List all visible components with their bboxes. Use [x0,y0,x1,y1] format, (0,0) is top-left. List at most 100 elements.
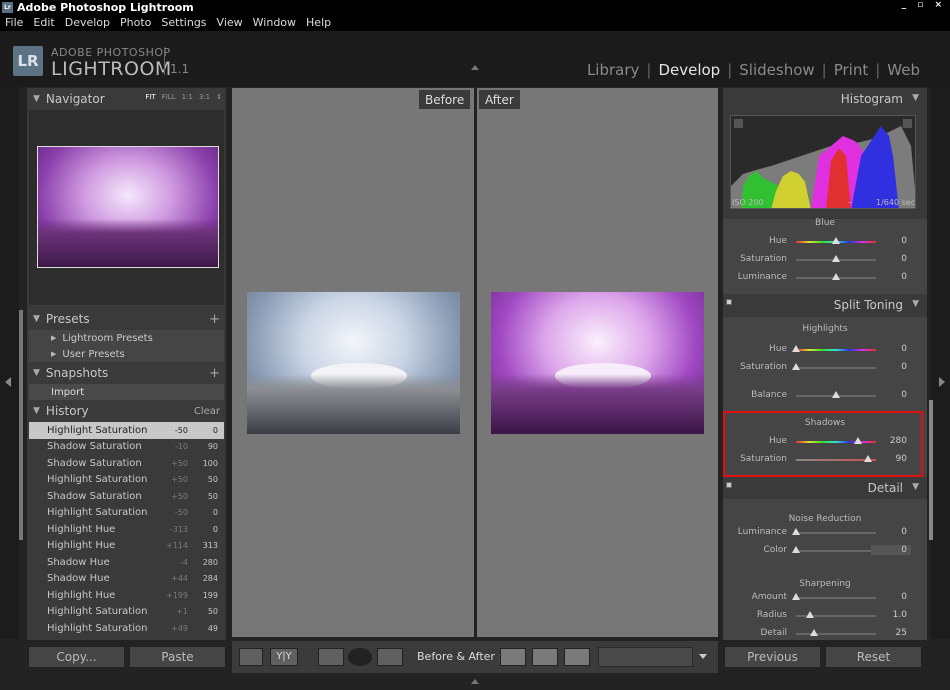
preset-folder-lightroom[interactable]: ▶ Lightroom Presets [29,330,224,346]
previous-button[interactable]: Previous [724,646,821,668]
history-row[interactable]: Highlight Hue +114 313 [29,537,224,554]
slider-value[interactable]: 0 [901,236,907,246]
module-library[interactable]: Library [587,61,639,79]
slider-thumb[interactable] [792,363,800,370]
disclosure-triangle-icon[interactable]: ▼ [912,299,919,309]
window-controls[interactable]: _ ▫ × [902,0,946,10]
preset-folder-user[interactable]: ▶ User Presets [29,346,224,362]
menu-photo[interactable]: Photo [120,16,151,29]
history-row[interactable]: Highlight Saturation -50 0 [29,504,224,521]
spot-removal-tool-button[interactable] [377,648,403,666]
menu-view[interactable]: View [217,16,243,29]
slider-thumb[interactable] [809,629,818,636]
zoom-1-1[interactable]: 1:1 [182,93,193,101]
slider-value[interactable]: 0 [901,272,907,282]
panel-switch-icon[interactable] [726,482,732,488]
disclosure-triangle-icon[interactable]: ▼ [912,93,919,103]
history-row[interactable]: Highlight Saturation -50 0 [29,422,224,439]
zoom-fill[interactable]: FILL [162,93,176,101]
copy-before-to-after-button[interactable] [500,648,526,666]
zoom-fit[interactable]: FIT [145,93,155,101]
slider-thumb[interactable] [832,237,840,244]
slider-thumb[interactable] [806,611,815,618]
slider-value[interactable]: 0 [901,592,907,602]
history-row[interactable]: Shadow Saturation +50 100 [29,455,224,472]
loupe-view-button[interactable] [239,648,263,666]
left-scrollbar[interactable] [19,310,23,540]
histogram-header[interactable]: Histogram ▼ [723,88,927,110]
copy-button[interactable]: Copy... [28,646,125,668]
disclosure-triangle-icon[interactable]: ▼ [33,314,40,324]
disclosure-triangle-icon[interactable]: ▼ [33,406,40,416]
slider-thumb[interactable] [792,345,800,352]
toolbar-field[interactable] [598,647,693,667]
navigator-header[interactable]: ▼ Navigator FIT FILL 1:1 3:1 ⇕ [27,88,226,110]
menu-develop[interactable]: Develop [65,16,110,29]
navigator-thumbnail[interactable] [37,146,219,268]
clear-history-button[interactable]: Clear [194,406,220,417]
shadow-clipping-icon[interactable] [734,119,743,128]
history-row[interactable]: Shadow Saturation -10 90 [29,438,224,455]
menu-window[interactable]: Window [253,16,296,29]
history-row[interactable]: Highlight Hue -313 0 [29,521,224,538]
copy-after-to-before-button[interactable] [532,648,558,666]
slider-thumb[interactable] [832,273,840,280]
module-develop[interactable]: Develop [658,61,720,79]
add-snapshot-icon[interactable]: + [209,366,220,381]
presets-header[interactable]: ▼ Presets + [27,308,226,330]
add-preset-icon[interactable]: + [209,312,220,327]
menu-file[interactable]: File [5,16,23,29]
history-row[interactable]: Highlight Saturation +49 49 [29,620,224,637]
disclosure-triangle-icon[interactable]: ▼ [33,368,40,378]
collapse-top-icon[interactable] [471,65,479,70]
swap-before-after-button[interactable] [564,648,590,666]
history-row[interactable]: Highlight Saturation +50 50 [29,471,224,488]
history-header[interactable]: ▼ History Clear [27,400,226,422]
slider-track[interactable] [796,532,876,534]
slider-track[interactable] [796,367,876,369]
paste-button[interactable]: Paste [129,646,226,668]
highlight-clipping-icon[interactable] [903,119,912,128]
detail-header[interactable]: Detail ▼ [723,477,927,499]
slider-value[interactable]: 0 [871,545,911,555]
slider-track[interactable] [796,349,876,351]
split-toning-header[interactable]: Split Toning ▼ [723,294,927,316]
red-eye-tool-icon[interactable] [348,648,372,666]
module-web[interactable]: Web [887,61,920,79]
slider-value[interactable]: 1.0 [893,610,907,620]
right-panel-toggle-icon[interactable] [939,377,945,387]
slider-value[interactable]: 0 [901,344,907,354]
slider-thumb[interactable] [792,528,800,535]
menu-edit[interactable]: Edit [33,16,54,29]
before-photo[interactable] [247,292,460,434]
after-photo[interactable] [491,292,704,434]
menu-settings[interactable]: Settings [161,16,206,29]
crop-tool-button[interactable] [318,648,344,666]
history-row[interactable]: Shadow Hue +44 284 [29,570,224,587]
history-row[interactable]: Shadow Hue -4 280 [29,554,224,571]
reset-button[interactable]: Reset [825,646,922,668]
slider-value[interactable]: 0 [901,362,907,372]
slider-value[interactable]: 0 [901,254,907,264]
zoom-3-1[interactable]: 3:1 [199,93,210,101]
slider-track[interactable] [796,633,876,635]
histogram-graph[interactable] [730,115,916,209]
snapshot-import[interactable]: Import [29,384,224,400]
left-panel-toggle-icon[interactable] [5,377,11,387]
expand-icon[interactable]: ▶ [51,334,56,342]
slider-thumb[interactable] [832,255,840,262]
snapshots-header[interactable]: ▼ Snapshots + [27,362,226,384]
before-after-view-button[interactable]: Y|Y [270,648,298,666]
disclosure-triangle-icon[interactable]: ▼ [912,482,919,492]
right-scrollbar[interactable] [929,400,933,540]
history-row[interactable]: Shadow Saturation +50 50 [29,488,224,505]
module-print[interactable]: Print [834,61,869,79]
slider-value[interactable]: 0 [901,390,907,400]
slider-track[interactable] [796,550,876,552]
disclosure-triangle-icon[interactable]: ▼ [33,94,40,104]
history-row[interactable]: Highlight Saturation +1 50 [29,603,224,620]
panel-switch-icon[interactable] [726,299,732,305]
toolbar-dropdown-icon[interactable] [699,654,707,659]
slider-value[interactable]: 25 [896,628,907,638]
module-slideshow[interactable]: Slideshow [739,61,814,79]
